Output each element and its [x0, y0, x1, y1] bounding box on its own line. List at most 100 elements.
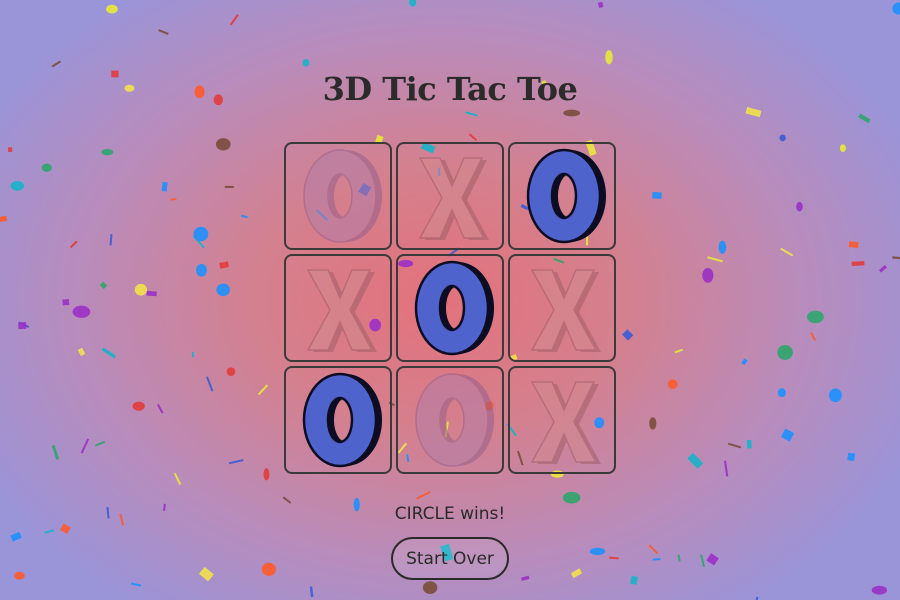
confetti-piece — [109, 234, 113, 246]
confetti-piece — [134, 283, 148, 296]
confetti-piece — [196, 263, 207, 277]
confetti-piece — [780, 247, 794, 257]
o-mark-icon — [526, 148, 607, 244]
confetti-piece — [240, 214, 248, 219]
confetti-piece — [779, 134, 786, 142]
confetti-piece — [229, 14, 239, 26]
confetti-piece — [892, 256, 900, 260]
confetti-piece — [871, 585, 888, 595]
confetti-piece — [228, 459, 244, 465]
confetti-piece — [409, 0, 417, 7]
confetti-piece — [106, 4, 118, 14]
confetti-piece — [282, 496, 292, 504]
confetti-piece — [170, 198, 177, 201]
confetti-piece — [667, 379, 678, 389]
confetti-piece — [652, 191, 662, 199]
confetti-piece — [746, 440, 752, 449]
x-mark-icon — [418, 157, 489, 240]
cell-4[interactable] — [284, 254, 392, 362]
start-over-button[interactable]: Start Over — [391, 537, 509, 580]
confetti-piece — [796, 201, 803, 212]
confetti-piece — [41, 163, 52, 172]
confetti-piece — [858, 113, 871, 124]
confetti-piece — [707, 256, 723, 263]
confetti-piece — [51, 444, 60, 460]
confetti-piece — [14, 571, 25, 580]
confetti-piece — [18, 322, 27, 330]
confetti-piece — [99, 281, 108, 290]
confetti-piece — [700, 554, 706, 567]
confetti-piece — [62, 299, 70, 306]
confetti-piece — [847, 452, 856, 462]
confetti-piece — [810, 332, 817, 341]
confetti-piece — [8, 147, 13, 152]
cell-6[interactable] — [508, 254, 616, 362]
confetti-piece — [777, 345, 793, 360]
confetti-piece — [777, 388, 786, 398]
confetti-piece — [263, 468, 270, 481]
confetti-piece — [69, 240, 78, 249]
confetti-piece — [562, 491, 581, 504]
cell-2[interactable] — [396, 142, 504, 250]
cell-3[interactable] — [508, 142, 616, 250]
confetti-piece — [51, 60, 61, 68]
confetti-piece — [702, 267, 714, 283]
confetti-piece — [18, 321, 30, 328]
confetti-piece — [677, 554, 681, 562]
confetti-piece — [80, 438, 90, 454]
confetti-piece — [828, 388, 842, 403]
confetti-piece — [727, 442, 742, 449]
confetti-piece — [416, 491, 431, 500]
confetti-piece — [851, 261, 865, 266]
confetti-piece — [0, 215, 8, 223]
confetti-piece — [687, 452, 704, 469]
confetti-piece — [215, 138, 231, 151]
cell-9[interactable] — [508, 366, 616, 474]
confetti-piece — [465, 111, 478, 117]
cell-8[interactable] — [396, 366, 504, 474]
confetti-piece — [563, 109, 581, 117]
confetti-piece — [839, 144, 847, 153]
confetti-piece — [161, 181, 168, 192]
confetti-piece — [94, 440, 106, 447]
confetti-piece — [130, 582, 142, 587]
game-status: CIRCLE wins! — [394, 504, 506, 524]
confetti-piece — [848, 241, 859, 248]
confetti-piece — [10, 181, 25, 191]
confetti-piece — [205, 376, 214, 392]
confetti-piece — [216, 283, 230, 297]
confetti-piece — [706, 553, 719, 566]
confetti-piece — [892, 2, 900, 15]
confetti-piece — [261, 562, 276, 576]
confetti-piece — [72, 305, 91, 318]
confetti-piece — [191, 351, 195, 358]
confetti-piece — [101, 347, 117, 359]
confetti-piece — [630, 575, 639, 585]
x-mark-icon — [306, 269, 377, 352]
confetti-piece — [257, 384, 269, 396]
confetti-piece — [609, 556, 619, 560]
confetti-piece — [652, 558, 661, 561]
cell-7[interactable] — [284, 366, 392, 474]
confetti-piece — [173, 472, 182, 485]
o-mark-icon — [302, 372, 383, 468]
confetti-piece — [59, 523, 71, 534]
confetti-piece — [226, 367, 236, 377]
confetti-piece — [309, 586, 314, 598]
o-mark-icon — [303, 149, 383, 243]
cell-1[interactable] — [284, 142, 392, 250]
confetti-piece — [648, 544, 659, 555]
confetti-piece — [156, 403, 164, 414]
confetti-piece — [132, 401, 145, 411]
confetti-piece — [878, 264, 888, 273]
confetti-piece — [101, 148, 114, 156]
confetti-piece — [674, 348, 684, 354]
game-board — [284, 142, 616, 474]
confetti-piece — [146, 290, 157, 297]
x-mark-icon — [530, 381, 601, 464]
confetti-piece — [570, 568, 583, 579]
confetti-piece — [192, 235, 205, 249]
confetti-piece — [723, 460, 729, 477]
o-mark-icon — [415, 373, 495, 467]
cell-5[interactable] — [396, 254, 504, 362]
